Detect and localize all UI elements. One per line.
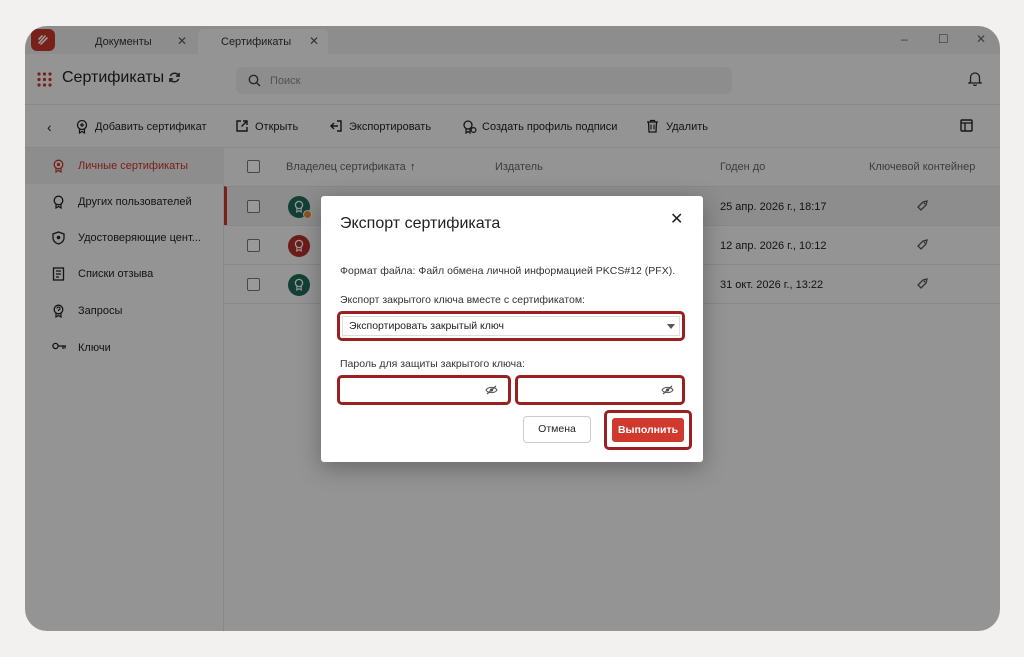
submit-button[interactable]: Выполнить bbox=[612, 418, 684, 442]
private-key-select[interactable]: Экспортировать закрытый ключ bbox=[342, 316, 680, 336]
file-format-text: Формат файла: Файл обмена личной информа… bbox=[340, 265, 676, 277]
cancel-button[interactable]: Отмена bbox=[523, 416, 591, 443]
private-key-select-value: Экспортировать закрытый ключ bbox=[349, 320, 504, 332]
dialog-title: Экспорт сертификата bbox=[340, 215, 501, 232]
password-label: Пароль для защиты закрытого ключа: bbox=[340, 358, 525, 370]
close-icon[interactable]: ✕ bbox=[670, 209, 683, 229]
password-confirm-input[interactable] bbox=[520, 380, 680, 400]
private-key-label: Экспорт закрытого ключа вместе с сертифи… bbox=[340, 294, 585, 306]
password-field[interactable] bbox=[342, 380, 506, 400]
eye-off-icon[interactable] bbox=[485, 385, 498, 395]
chevron-down-icon bbox=[667, 324, 675, 329]
password-input[interactable] bbox=[342, 380, 506, 400]
eye-off-icon[interactable] bbox=[661, 385, 674, 395]
export-certificate-dialog: Экспорт сертификата ✕ Формат файла: Файл… bbox=[321, 196, 703, 462]
password-confirm-field[interactable] bbox=[520, 380, 680, 400]
